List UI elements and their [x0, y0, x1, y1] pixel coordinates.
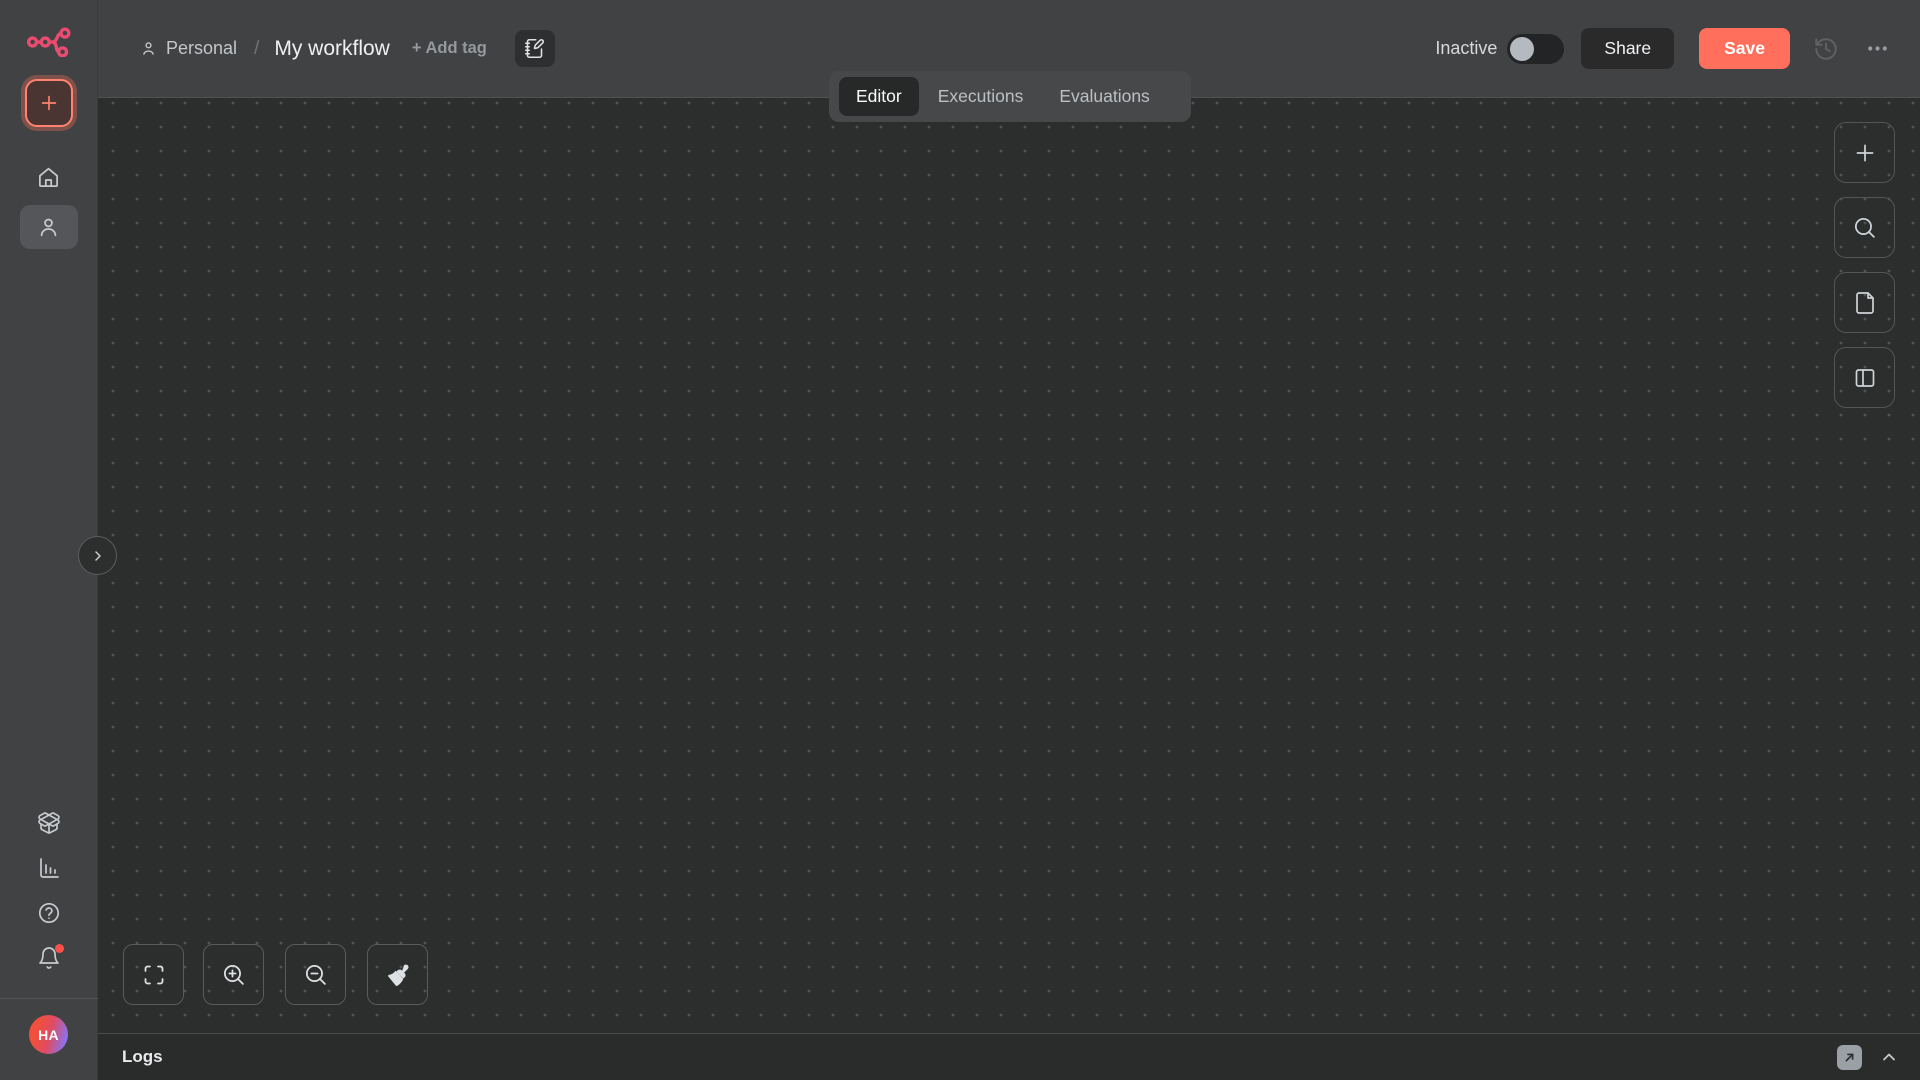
header-actions: Inactive Share Save — [1435, 0, 1890, 97]
sidebar-bottom-group: HA — [0, 798, 97, 1080]
workflow-status-label: Inactive — [1435, 38, 1497, 59]
history-icon[interactable] — [1813, 36, 1839, 62]
fit-view-button[interactable] — [123, 944, 184, 1005]
more-options-icon[interactable] — [1865, 36, 1890, 61]
add-tag-button[interactable]: + Add tag — [412, 39, 487, 58]
sidebar: HA — [0, 0, 98, 1080]
save-button[interactable]: Save — [1699, 28, 1790, 69]
zoom-in-icon — [221, 962, 246, 987]
chevron-right-icon — [90, 548, 106, 564]
sticky-note-button[interactable] — [1834, 272, 1895, 333]
n8n-logo[interactable] — [24, 26, 74, 58]
user-icon — [37, 216, 60, 239]
share-button[interactable]: Share — [1581, 28, 1674, 69]
n8n-workflow-editor: HA Personal / My workflow + Add tag — [0, 0, 1920, 1080]
sidebar-item-help[interactable] — [20, 893, 78, 933]
breadcrumb: Personal / My workflow + Add tag — [140, 0, 555, 97]
user-small-icon — [140, 40, 157, 57]
file-icon — [1853, 291, 1877, 315]
notification-badge — [55, 944, 64, 953]
search-nodes-button[interactable] — [1834, 197, 1895, 258]
paintbrush-icon — [386, 963, 410, 987]
breadcrumb-project-label: Personal — [166, 38, 237, 59]
activate-toggle[interactable] — [1507, 34, 1564, 64]
tab-executions[interactable]: Executions — [921, 77, 1041, 116]
avatar[interactable]: HA — [29, 1015, 68, 1054]
create-workflow-button[interactable] — [25, 79, 73, 127]
open-logs-window-icon[interactable] — [1837, 1045, 1862, 1070]
logs-title: Logs — [122, 1047, 163, 1067]
sidebar-expand-button[interactable] — [78, 536, 117, 575]
sidebar-item-personal[interactable] — [20, 205, 78, 249]
toggle-panel-button[interactable] — [1834, 347, 1895, 408]
zoom-in-button[interactable] — [203, 944, 264, 1005]
breadcrumb-project[interactable]: Personal — [140, 38, 237, 59]
sidebar-item-notifications[interactable] — [20, 938, 78, 978]
plus-icon — [1852, 140, 1878, 166]
zoom-out-button[interactable] — [285, 944, 346, 1005]
sidebar-item-templates[interactable] — [20, 803, 78, 843]
sidebar-item-home[interactable] — [20, 155, 78, 199]
home-icon — [37, 166, 60, 189]
workflow-canvas[interactable] — [98, 97, 1920, 1033]
chevron-up-icon[interactable] — [1879, 1047, 1899, 1067]
tab-evaluations[interactable]: Evaluations — [1042, 77, 1166, 116]
toggle-knob — [1510, 37, 1534, 61]
breadcrumb-separator: / — [254, 38, 259, 60]
bar-chart-icon — [37, 856, 61, 880]
notebook-pen-icon — [524, 38, 545, 59]
tab-editor[interactable]: Editor — [839, 77, 919, 116]
plus-icon — [38, 92, 60, 114]
search-icon — [1852, 215, 1877, 240]
workflow-notes-button[interactable] — [515, 30, 555, 67]
package-open-icon — [37, 811, 61, 835]
panel-left-icon — [1853, 366, 1877, 390]
view-tabs: Editor Executions Evaluations — [829, 71, 1191, 122]
sidebar-divider — [0, 998, 98, 999]
sidebar-item-insights[interactable] — [20, 848, 78, 888]
zoom-out-icon — [303, 962, 328, 987]
tidy-up-button[interactable] — [367, 944, 428, 1005]
add-node-button[interactable] — [1834, 122, 1895, 183]
help-circle-icon — [37, 901, 61, 925]
logs-panel[interactable]: Logs — [98, 1033, 1920, 1080]
workflow-title[interactable]: My workflow — [274, 37, 390, 61]
fit-view-icon — [142, 963, 166, 987]
logs-controls — [1837, 1045, 1920, 1070]
